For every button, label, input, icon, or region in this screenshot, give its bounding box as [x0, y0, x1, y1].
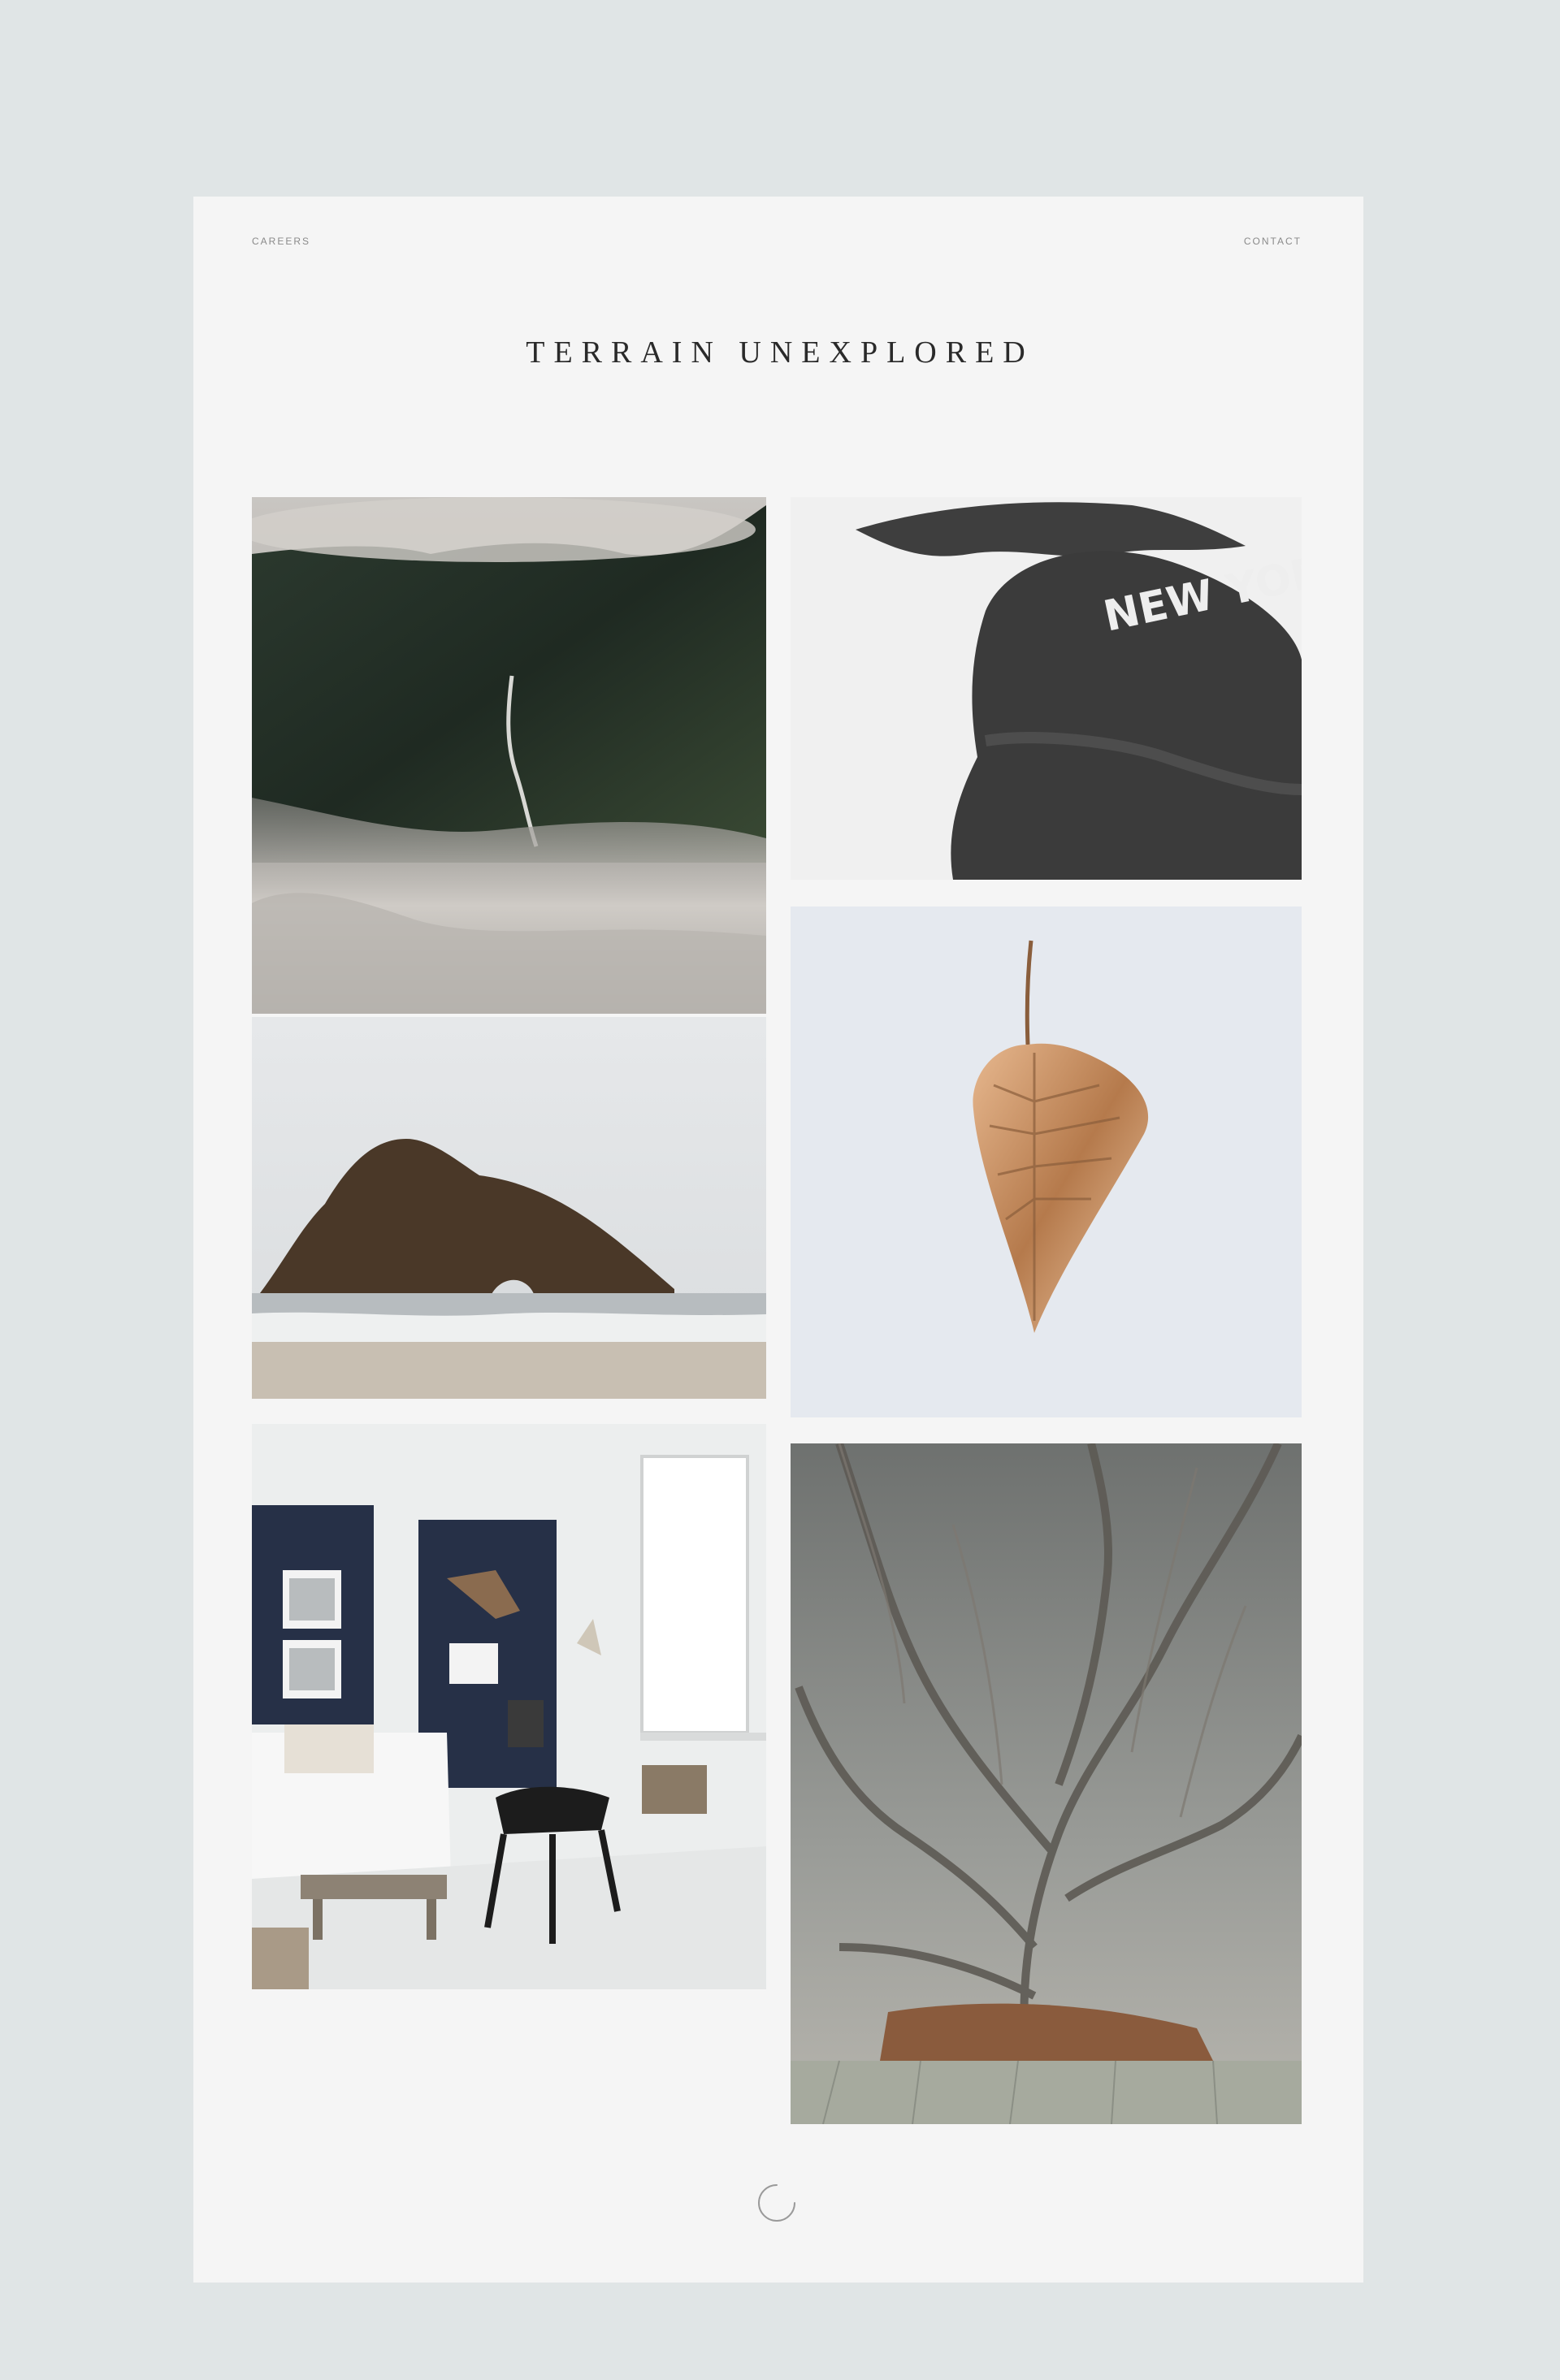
- waterfall-cliffs-photo[interactable]: [252, 497, 766, 1014]
- contact-link[interactable]: CONTACT: [1244, 236, 1302, 247]
- vine-covered-wall-photo[interactable]: [791, 1443, 1302, 2124]
- site-title: TERRAIN UNEXPLORED: [526, 335, 1034, 370]
- sea-arch-rock-photo[interactable]: [252, 1017, 766, 1399]
- careers-link[interactable]: CAREERS: [252, 236, 310, 247]
- new-york-sweatshirt-photo[interactable]: NEW YORK: [791, 497, 1302, 880]
- living-room-interior-photo[interactable]: [252, 1424, 766, 1989]
- loading-spinner-icon: [758, 2184, 795, 2222]
- gold-leaf-photo[interactable]: [791, 907, 1302, 1417]
